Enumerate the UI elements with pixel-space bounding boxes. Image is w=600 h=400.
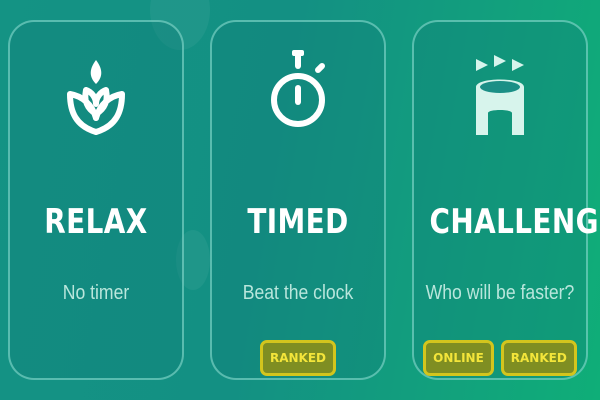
mode-title: CHALLENGE: [429, 202, 600, 242]
mode-subtitle: Beat the clock: [242, 282, 354, 304]
mode-card-relax[interactable]: RELAX No timer: [8, 20, 184, 380]
arena-icon: [414, 48, 586, 144]
mode-card-challenge[interactable]: CHALLENGE Who will be faster? ONLINE RAN…: [412, 20, 600, 380]
badge-row: ONLINE RANKED: [414, 340, 586, 376]
mode-subtitle: Who will be faster?: [425, 282, 575, 304]
badge-row: RANKED: [212, 340, 384, 376]
ranked-badge: RANKED: [500, 340, 577, 376]
ranked-badge: RANKED: [259, 340, 337, 376]
mode-title: TIMED: [247, 202, 349, 242]
mode-card-timed[interactable]: TIMED Beat the clock RANKED: [210, 20, 386, 380]
stopwatch-icon: [212, 48, 384, 144]
mode-subtitle: No timer: [62, 282, 130, 304]
online-badge: ONLINE: [423, 340, 494, 376]
mode-title: RELAX: [44, 202, 148, 242]
leaf-icon: [10, 48, 182, 144]
